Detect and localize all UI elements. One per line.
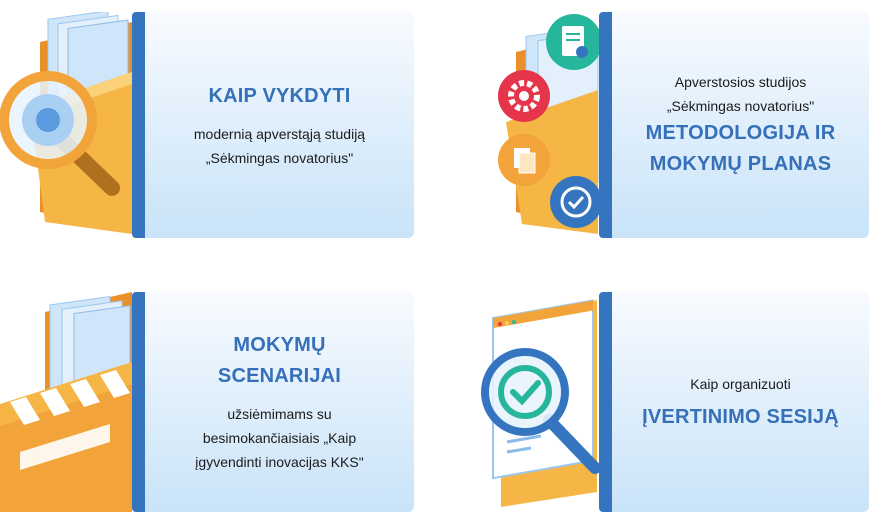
card-assessment-session[interactable]: Kaip organizuoti ĮVERTINIMO SESIJĄ (471, 292, 869, 512)
folder-magnifier-illustration (0, 12, 132, 234)
magnifier-checkmark-illustration (481, 299, 601, 507)
accent-bar (132, 292, 145, 512)
copy-icon (498, 134, 550, 186)
card-text: Apverstosios studijos „Sėkmingas novator… (612, 12, 869, 238)
folder-icons-illustration (498, 14, 602, 234)
checkmark-icon (550, 176, 602, 228)
card-line: modernią apverstąją studiją (193, 125, 366, 142)
card-text: Kaip organizuoti ĮVERTINIMO SESIJĄ (612, 292, 869, 512)
card-methodology[interactable]: Apverstosios studijos „Sėkmingas novator… (486, 12, 869, 238)
card-heading: METODOLOGIJA IR (645, 122, 836, 144)
card-heading: ĮVERTINIMO SESIJĄ (642, 405, 839, 428)
gear-icon (498, 70, 550, 122)
card-heading: MOKYMŲ (233, 334, 326, 356)
accent-bar (599, 12, 612, 238)
card-heading: MOKYMŲ PLANAS (649, 153, 832, 175)
card-intro: Kaip organizuoti (690, 375, 791, 392)
card-training-scenarios[interactable]: MOKYMŲ SCENARIJAI užsiėmimams su besimok… (0, 292, 414, 512)
card-line: „Sėkmingas novatorius" (205, 149, 354, 166)
card-line: užsiėmimams su (227, 406, 332, 422)
document-icon (546, 14, 602, 70)
card-heading: KAIP VYKDYTI (208, 84, 351, 107)
accent-bar (599, 292, 612, 512)
clapperboard-illustration (0, 292, 132, 512)
card-intro: Apverstosios studijos (674, 74, 807, 90)
card-line: įgyvendinti inovacijas KKS" (195, 454, 364, 470)
card-line: besimokančiaisiais „Kaip (202, 430, 357, 446)
card-heading: SCENARIJAI (217, 365, 342, 387)
card-text: KAIP VYKDYTI modernią apverstąją studiją… (145, 12, 414, 238)
card-how-to-conduct[interactable]: KAIP VYKDYTI modernią apverstąją studiją… (0, 12, 414, 238)
card-intro: „Sėkmingas novatorius" (666, 98, 815, 114)
card-text: MOKYMŲ SCENARIJAI užsiėmimams su besimok… (145, 292, 414, 512)
accent-bar (132, 12, 145, 238)
